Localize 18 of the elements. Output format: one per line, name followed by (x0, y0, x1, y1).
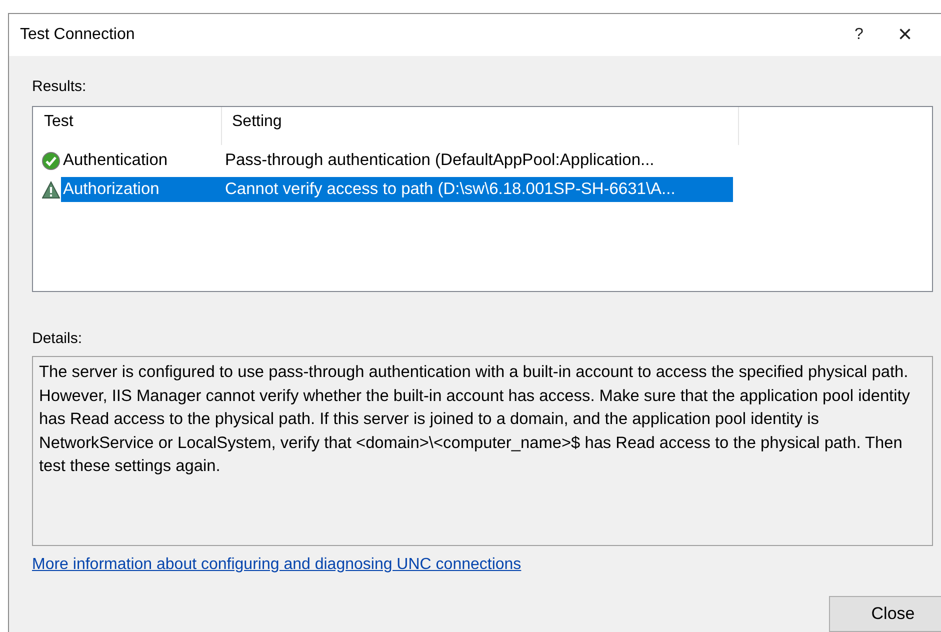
setting-cell: Pass-through authentication (DefaultAppPool:Application... (225, 151, 654, 170)
help-link[interactable]: More information about configuring and diagnosing UNC connections (32, 556, 522, 574)
details-text: The server is configured to use pass-through authentication with a built-in account to access the specified physical path. However, IIS Manager cannot verify whether the built-in account has access. Make sure that the application pool identity has Read access to the physical path. If this server is joined to a domain, and the application pool identity is NetworkService or LocalSystem, verify that <domain>\<computer_name>$ has Read access to the physical path. Then test these settings again. (39, 362, 912, 477)
warning-icon (42, 180, 60, 198)
column-header[interactable]: Setting (222, 107, 739, 145)
column-header[interactable]: Test (34, 107, 222, 145)
list-row[interactable]: Authorization Cannot verify access to path (D:\sw\6.18.001SP-SH-6631\A... (61, 177, 733, 202)
list-row[interactable]: Authentication Pass-through authentication (DefaultAppPool:Application... (61, 148, 733, 173)
window-title: Test Connection (20, 26, 136, 44)
setting-cell: Cannot verify access to path (D:\sw\6.18.001SP-SH-6631\A... (225, 180, 676, 199)
test-cell-text: Authorization (62, 180, 160, 199)
section-label: Details: (32, 330, 84, 349)
close-button[interactable]: Close (829, 596, 941, 632)
close-button[interactable]: × (882, 20, 928, 50)
help-button[interactable]: ? (836, 20, 882, 50)
test-cell-text: Authentication (62, 151, 169, 170)
section-label: Results: (32, 78, 88, 97)
check-icon (42, 152, 60, 170)
